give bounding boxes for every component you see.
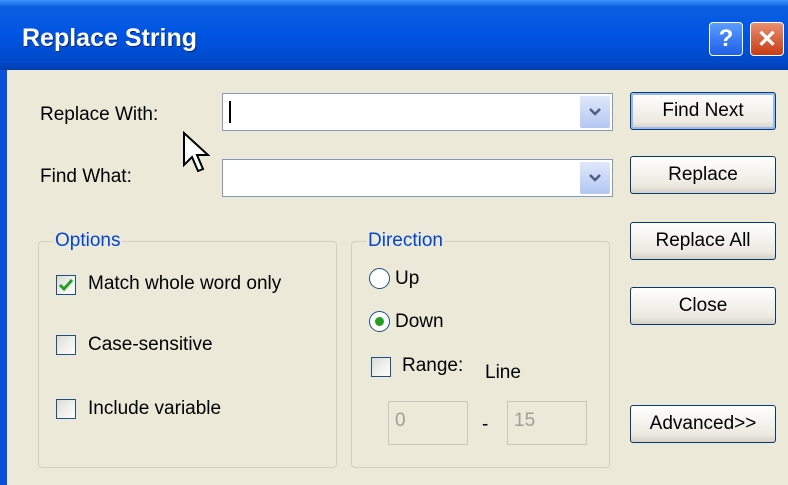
range-from-field[interactable]: 0 [388,401,468,445]
radio-selected-dot [375,317,384,326]
find-next-button[interactable]: Find Next [630,92,776,130]
match-whole-word-label[interactable]: Match whole word only [88,273,281,295]
line-label: Line [485,362,521,383]
window-left-border [0,70,7,485]
advanced-button[interactable]: Advanced>> [630,405,776,443]
include-variable-checkbox[interactable] [56,399,76,419]
direction-group-title: Direction [366,230,445,252]
direction-up-label[interactable]: Up [395,268,419,290]
close-button[interactable]: Close [630,287,776,325]
chevron-down-icon [589,174,601,182]
find-what-dropdown-arrow[interactable] [580,162,610,194]
replace-with-combobox[interactable] [222,93,613,131]
include-variable-label[interactable]: Include variable [88,398,221,420]
direction-up-radio[interactable] [369,268,390,289]
help-button[interactable]: ? [709,22,743,56]
chevron-down-icon [589,108,601,116]
case-sensitive-checkbox[interactable] [56,335,76,355]
options-group-title: Options [53,230,123,252]
replace-with-dropdown-arrow[interactable] [580,96,610,128]
range-separator: - [482,414,489,435]
direction-down-radio[interactable] [369,311,390,332]
find-what-label: Find What: [40,166,132,187]
window-close-button[interactable]: ✕ [750,22,784,56]
checkmark-icon [58,279,74,292]
direction-down-label[interactable]: Down [395,311,444,333]
find-what-combobox[interactable] [222,159,613,197]
match-whole-word-checkbox[interactable] [56,275,76,295]
range-label[interactable]: Range: [402,355,463,377]
range-to-field[interactable]: 15 [507,401,587,445]
replace-with-label: Replace With: [40,104,159,125]
text-caret [229,101,231,123]
case-sensitive-label[interactable]: Case-sensitive [88,334,213,356]
range-checkbox[interactable] [371,357,391,377]
help-icon: ? [718,25,734,52]
close-icon: ✕ [756,25,778,53]
dialog-title: Replace String [22,24,198,52]
replace-all-button[interactable]: Replace All [630,222,776,260]
replace-string-dialog: Replace String ? ✕ Replace With: Find Wh… [0,0,788,485]
mouse-pointer-icon [183,131,210,173]
title-bar[interactable]: Replace String ? ✕ [0,0,788,70]
replace-button[interactable]: Replace [630,156,776,194]
